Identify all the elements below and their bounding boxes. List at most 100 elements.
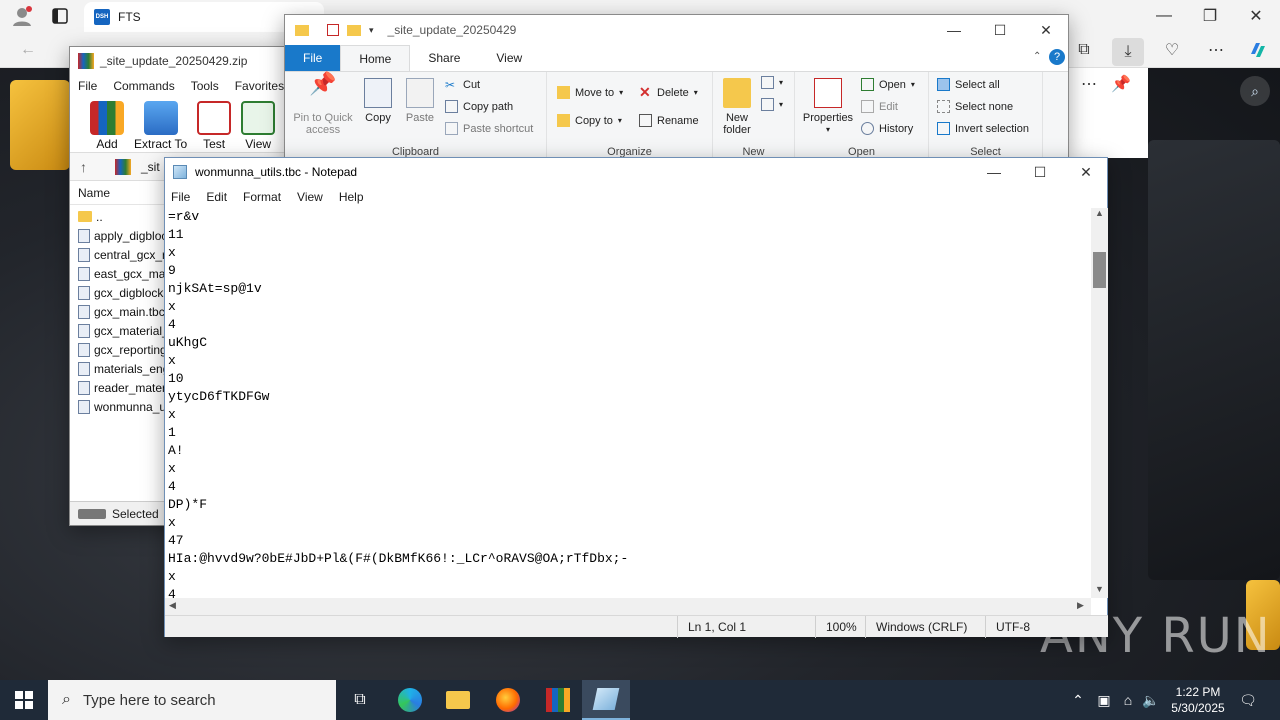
winrar-titlebar[interactable]: _site_update_20250429.zip — [70, 47, 298, 75]
tab-actions-icon[interactable] — [48, 4, 72, 28]
rename-button[interactable]: Rename — [639, 114, 699, 127]
rename-label: Rename — [657, 114, 699, 127]
show-hidden-icons-icon[interactable]: ⌃ — [1068, 680, 1088, 720]
scroll-left-icon[interactable]: ◀ — [169, 600, 176, 611]
notepad-menu-format[interactable]: Format — [243, 190, 281, 204]
move-to-button[interactable]: Move to ▾ — [557, 86, 623, 99]
chevron-down-icon: ▾ — [779, 78, 784, 87]
winrar-menu-file[interactable]: File — [78, 79, 97, 93]
history-button[interactable]: History — [861, 122, 913, 135]
firefox-taskbar-icon[interactable] — [484, 680, 532, 720]
scroll-down-icon[interactable]: ▼ — [1095, 584, 1104, 594]
extract-to-button[interactable]: Extract To — [134, 101, 187, 152]
cut-button[interactable]: ✂ Cut — [445, 78, 480, 92]
more-menu-icon[interactable]: ⋯ — [1204, 38, 1228, 62]
tab-home[interactable]: Home — [340, 45, 411, 71]
winrar-menu-tools[interactable]: Tools — [191, 79, 219, 93]
tab-file[interactable]: File — [285, 45, 341, 71]
download-icon[interactable]: ⤓ — [1112, 38, 1144, 66]
paste-shortcut-button[interactable]: Paste shortcut — [445, 122, 533, 135]
notepad-menu-view[interactable]: View — [297, 190, 323, 204]
notepad-minimize-icon[interactable]: — — [971, 158, 1017, 186]
notepad-close-icon[interactable]: ✕ — [1063, 158, 1109, 186]
horizontal-scrollbar[interactable]: ◀ ▶ — [165, 598, 1091, 615]
copilot-icon[interactable] — [1246, 38, 1270, 62]
open-button[interactable]: Open ▾ — [861, 78, 915, 91]
help-icon[interactable]: ? — [1049, 49, 1065, 65]
edit-button[interactable]: Edit — [861, 100, 898, 113]
explorer-close-icon[interactable]: ✕ — [1023, 15, 1069, 45]
tab-share[interactable]: Share — [410, 45, 478, 71]
close-icon[interactable]: ✕ — [1244, 4, 1268, 28]
select-none-button[interactable]: Select none — [937, 100, 1013, 113]
delete-button[interactable]: ✕ Delete ▾ — [639, 85, 698, 99]
taskbar-search-box[interactable]: ⌕ Type here to search — [48, 680, 336, 720]
copy-to-button[interactable]: Copy to ▾ — [557, 114, 622, 127]
wifi-icon[interactable]: ⌂ — [1118, 680, 1138, 720]
restore-icon[interactable]: ❐ — [1198, 4, 1222, 28]
more-options-icon[interactable]: ⋯ — [1077, 72, 1101, 96]
name-column-header[interactable]: Name — [78, 186, 110, 200]
vertical-scrollbar[interactable]: ▲ ▼ — [1091, 208, 1108, 598]
ribbon-collapse-icon[interactable]: ⌃ — [1033, 51, 1041, 62]
profile-icon[interactable] — [10, 4, 34, 28]
invert-selection-icon — [937, 122, 950, 135]
volume-icon[interactable]: 🔈 — [1140, 680, 1162, 720]
scroll-up-icon[interactable]: ▲ — [1095, 208, 1104, 218]
invert-selection-button[interactable]: Invert selection — [937, 122, 1029, 135]
chevron-down-icon: ▾ — [910, 80, 915, 89]
text-line: 4 — [168, 317, 176, 332]
winrar-taskbar-icon[interactable] — [534, 680, 582, 720]
new-folder-button[interactable]: New folder — [719, 78, 755, 136]
invert-selection-label: Invert selection — [955, 122, 1029, 135]
test-button[interactable]: Test — [197, 101, 232, 152]
view-button[interactable]: View — [241, 101, 276, 152]
network-status-icon[interactable]: ▣ — [1094, 680, 1114, 720]
browser-essentials-icon[interactable]: ♡ — [1160, 38, 1184, 62]
edge-taskbar-icon[interactable] — [386, 680, 434, 720]
paste-button[interactable]: Paste — [405, 78, 435, 124]
minimize-icon[interactable]: — — [1152, 4, 1176, 28]
scroll-right-icon[interactable]: ▶ — [1077, 600, 1084, 611]
back-arrow-icon[interactable]: ← — [16, 38, 40, 62]
easy-access-button[interactable]: ▾ — [761, 98, 783, 111]
start-button[interactable] — [0, 680, 48, 720]
winrar-menu-favorites[interactable]: Favorites — [235, 79, 284, 93]
notepad-menu-edit[interactable]: Edit — [206, 190, 227, 204]
collections-icon[interactable]: ⧉ — [1072, 38, 1096, 62]
quick-access-properties-icon[interactable] — [327, 24, 339, 36]
add-label: Add — [96, 137, 118, 151]
up-arrow-icon[interactable]: ↑ — [80, 159, 87, 175]
task-view-icon[interactable]: ⧉ — [336, 680, 384, 720]
winrar-menu-commands[interactable]: Commands — [113, 79, 174, 93]
clock[interactable]: 1:22 PM 5/30/2025 — [1164, 680, 1232, 720]
qat-dropdown-icon[interactable]: ▾ — [369, 25, 374, 36]
notepad-text-area[interactable]: =r&v 11 x 9 njkSAt=sp@1v x 4 uKhgC x 10 … — [165, 208, 1091, 598]
select-all-button[interactable]: Select all — [937, 78, 1000, 91]
new-item-button[interactable]: ▾ — [761, 76, 783, 89]
pin-icon[interactable]: 📌 — [1109, 72, 1133, 96]
notepad-taskbar-icon[interactable] — [582, 680, 630, 720]
notifications-icon[interactable]: 🗨 — [1236, 680, 1260, 720]
new-folder-quick-icon[interactable] — [347, 24, 361, 36]
file-explorer-taskbar-icon[interactable] — [434, 680, 482, 720]
explorer-minimize-icon[interactable]: — — [931, 15, 977, 45]
explorer-maximize-icon[interactable]: ☐ — [977, 15, 1023, 45]
copy-path-icon — [445, 100, 458, 113]
copy-button[interactable]: Copy — [363, 78, 393, 124]
tab-view[interactable]: View — [478, 45, 540, 71]
notepad-maximize-icon[interactable]: ☐ — [1017, 158, 1063, 186]
copy-path-button[interactable]: Copy path — [445, 100, 513, 113]
scrollbar-thumb[interactable] — [1093, 252, 1106, 288]
file-icon — [78, 304, 90, 319]
text-line: ytycD6fTKDFGw — [168, 389, 270, 404]
winrar-title: _site_update_20250429.zip — [100, 54, 248, 68]
properties-button[interactable]: Properties ▾ — [799, 78, 857, 136]
notepad-menu-file[interactable]: File — [171, 190, 190, 204]
notepad-menu-help[interactable]: Help — [339, 190, 364, 204]
notepad-titlebar[interactable]: wonmunna_utils.tbc - Notepad — [165, 158, 1107, 186]
new-folder-icon — [723, 78, 751, 108]
pin-to-quick-access-button[interactable]: 📌 Pin to Quick access — [291, 73, 355, 137]
add-button[interactable]: Add — [90, 101, 124, 152]
wallpaper-search-icon[interactable]: ⌕ — [1240, 76, 1270, 106]
